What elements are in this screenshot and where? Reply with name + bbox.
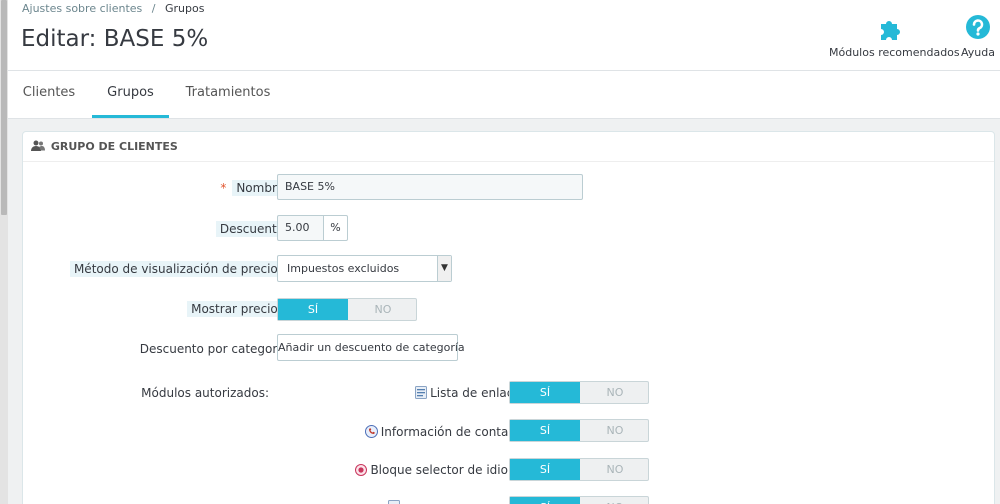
module-switch-yes[interactable]: SÍ: [510, 420, 580, 441]
discount-label-row: Descuento: [23, 220, 288, 240]
tab-clientes[interactable]: Clientes: [8, 71, 90, 118]
name-label-row: * Nombre: [23, 179, 288, 199]
module-label: Información de contacto: [364, 425, 527, 439]
price-display-label-row: Método de visualización de precios: [23, 260, 288, 280]
module-switch-informacion-de-contacto[interactable]: SÍ NO: [509, 419, 649, 442]
module-switch-no[interactable]: NO: [580, 459, 650, 480]
price-display-label: Método de visualización de precios: [69, 261, 288, 277]
category-discount-label-row: Descuento por categoría: [23, 340, 288, 360]
module-label: Bloque selector de idioma: [355, 463, 527, 477]
module-icon: [388, 500, 400, 504]
price-display-value: Impuestos excluidos: [287, 262, 400, 275]
show-prices-no[interactable]: NO: [348, 299, 418, 320]
category-discount-label: Descuento por categoría: [139, 342, 288, 356]
breadcrumb-separator: /: [151, 2, 156, 15]
module-switch-no[interactable]: NO: [580, 420, 650, 441]
users-icon: [31, 140, 45, 151]
breadcrumb-parent-link[interactable]: Ajustes sobre clientes: [22, 2, 142, 15]
question-circle-icon: [966, 15, 990, 39]
scrollbar-thumb[interactable]: [1, 0, 7, 215]
show-prices-label: Mostrar precios: [187, 301, 288, 317]
tab-tratamientos[interactable]: Tratamientos: [176, 71, 280, 118]
module-switch-lista-de-enlaces[interactable]: SÍ NO: [509, 381, 649, 404]
show-prices-label-row: Mostrar precios: [23, 300, 288, 320]
discount-input[interactable]: 5.00: [277, 215, 324, 241]
language-selector-icon: [355, 464, 368, 476]
customer-group-panel: GRUPO DE CLIENTES * Nombre BASE 5% Descue…: [22, 131, 995, 504]
page-scrollbar[interactable]: [0, 0, 8, 504]
add-category-discount-button[interactable]: Añadir un descuento de categoría: [277, 334, 465, 361]
chevron-down-icon: ▼: [437, 256, 451, 281]
module-switch-no[interactable]: NO: [580, 497, 650, 504]
help-button[interactable]: Ayuda: [958, 14, 998, 59]
show-prices-switch[interactable]: SÍ NO: [277, 298, 417, 321]
breadcrumb-current: Grupos: [165, 2, 205, 15]
link-list-icon: [415, 386, 428, 399]
show-prices-yes[interactable]: SÍ: [278, 299, 348, 320]
recommended-modules-label: Módulos recomendados: [829, 46, 960, 59]
authorized-modules-label: Módulos autorizados:: [141, 386, 269, 400]
panel-heading-text: GRUPO DE CLIENTES: [50, 140, 178, 153]
module-switch[interactable]: SÍ NO: [509, 496, 649, 504]
price-display-select[interactable]: Impuestos excluidos ▼: [277, 255, 452, 282]
breadcrumb: Ajustes sobre clientes / Grupos: [22, 2, 204, 15]
page-title: Editar: BASE 5%: [21, 26, 209, 52]
puzzle-icon: [881, 21, 900, 40]
tabs-bar: Clientes Grupos Tratamientos: [8, 71, 1000, 119]
module-switch-yes[interactable]: SÍ: [510, 459, 580, 480]
authorized-modules-label-row: Módulos autorizados:: [23, 384, 288, 404]
module-switch-no[interactable]: NO: [580, 382, 650, 403]
panel-heading: GRUPO DE CLIENTES: [23, 132, 994, 162]
module-switch-yes[interactable]: SÍ: [510, 382, 580, 403]
page-header: Ajustes sobre clientes / Grupos Editar: …: [8, 0, 1000, 71]
help-label: Ayuda: [961, 46, 995, 59]
name-input[interactable]: BASE 5%: [277, 174, 583, 200]
module-row: Información de contacto: [303, 423, 527, 443]
recommended-modules-button[interactable]: Módulos recomendados: [829, 14, 960, 59]
module-switch-bloque-selector-de-idioma[interactable]: SÍ NO: [509, 458, 649, 481]
module-row: Bloque selector de idioma: [303, 461, 527, 481]
tab-grupos[interactable]: Grupos: [92, 71, 169, 118]
discount-percent-addon: %: [324, 215, 348, 241]
module-row: Lista de enlaces: [303, 384, 527, 404]
contact-info-icon: [364, 425, 378, 438]
required-mark: *: [220, 181, 227, 195]
module-switch-yes[interactable]: SÍ: [510, 497, 580, 504]
